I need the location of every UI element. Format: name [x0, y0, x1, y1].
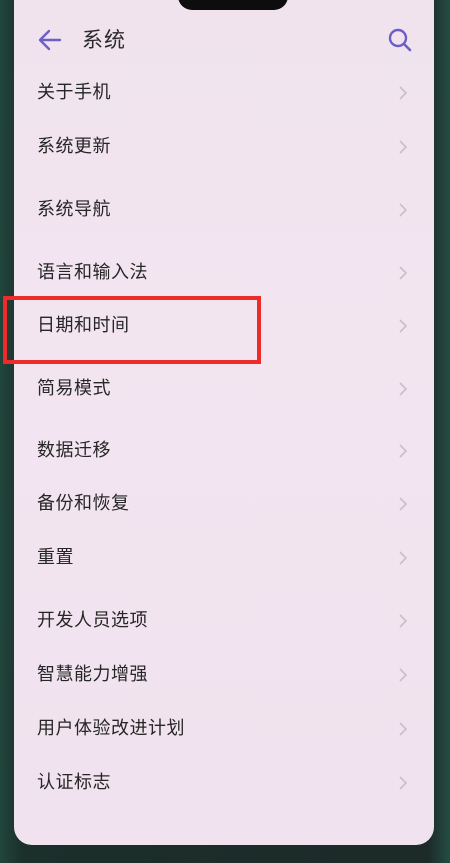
chevron-right-icon	[399, 140, 408, 154]
app-bar: 系统	[14, 14, 434, 66]
list-item-label: 开发人员选项	[37, 610, 148, 631]
list-item-reset[interactable]: 重置	[14, 536, 434, 580]
list-item-certification[interactable]: 认证标志	[14, 761, 434, 805]
list-item-label: 系统导航	[37, 199, 111, 220]
list-item-smart-enhancement[interactable]: 智慧能力增强	[14, 653, 434, 697]
list-item-system-update[interactable]: 系统更新	[14, 125, 434, 169]
list-item-user-experience[interactable]: 用户体验改进计划	[14, 707, 434, 751]
list-item-language-input[interactable]: 语言和输入法	[14, 251, 434, 295]
chevron-right-icon	[399, 551, 408, 565]
search-icon[interactable]	[386, 26, 414, 54]
back-arrow-icon[interactable]	[36, 26, 64, 54]
chevron-right-icon	[399, 776, 408, 790]
list-item-label: 系统更新	[37, 136, 111, 157]
list-item-data-migration[interactable]: 数据迁移	[14, 429, 434, 473]
list-item-label: 备份和恢复	[37, 493, 130, 514]
list-item-about-phone[interactable]: 关于手机	[14, 71, 434, 115]
list-item-system-navigation[interactable]: 系统导航	[14, 188, 434, 232]
chevron-right-icon	[399, 319, 408, 333]
chevron-right-icon	[399, 382, 408, 396]
list-item-label: 语言和输入法	[37, 262, 148, 283]
list-item-label: 认证标志	[37, 772, 111, 793]
list-item-label: 用户体验改进计划	[37, 718, 185, 739]
chevron-right-icon	[399, 668, 408, 682]
chevron-right-icon	[399, 266, 408, 280]
list-item-label: 重置	[37, 547, 74, 568]
chevron-right-icon	[399, 86, 408, 100]
list-item-label: 智慧能力增强	[37, 664, 148, 685]
phone-frame: 系统 关于手机 系统更新 系统导航 语言和输入法 日期和时间 简易模式 数据迁移…	[0, 0, 450, 863]
chevron-right-icon	[399, 203, 408, 217]
settings-screen: 系统 关于手机 系统更新 系统导航 语言和输入法 日期和时间 简易模式 数据迁移…	[14, 0, 434, 845]
page-title: 系统	[82, 28, 126, 52]
list-item-label: 简易模式	[37, 378, 111, 399]
list-item-label: 关于手机	[37, 82, 111, 103]
list-item-label: 数据迁移	[37, 440, 111, 461]
list-item-simple-mode[interactable]: 简易模式	[14, 367, 434, 411]
highlight-box	[3, 296, 261, 364]
chevron-right-icon	[399, 497, 408, 511]
chevron-right-icon	[399, 614, 408, 628]
list-item-developer-options[interactable]: 开发人员选项	[14, 599, 434, 643]
list-item-backup-restore[interactable]: 备份和恢复	[14, 482, 434, 526]
chevron-right-icon	[399, 722, 408, 736]
chevron-right-icon	[399, 444, 408, 458]
camera-notch	[178, 0, 288, 10]
